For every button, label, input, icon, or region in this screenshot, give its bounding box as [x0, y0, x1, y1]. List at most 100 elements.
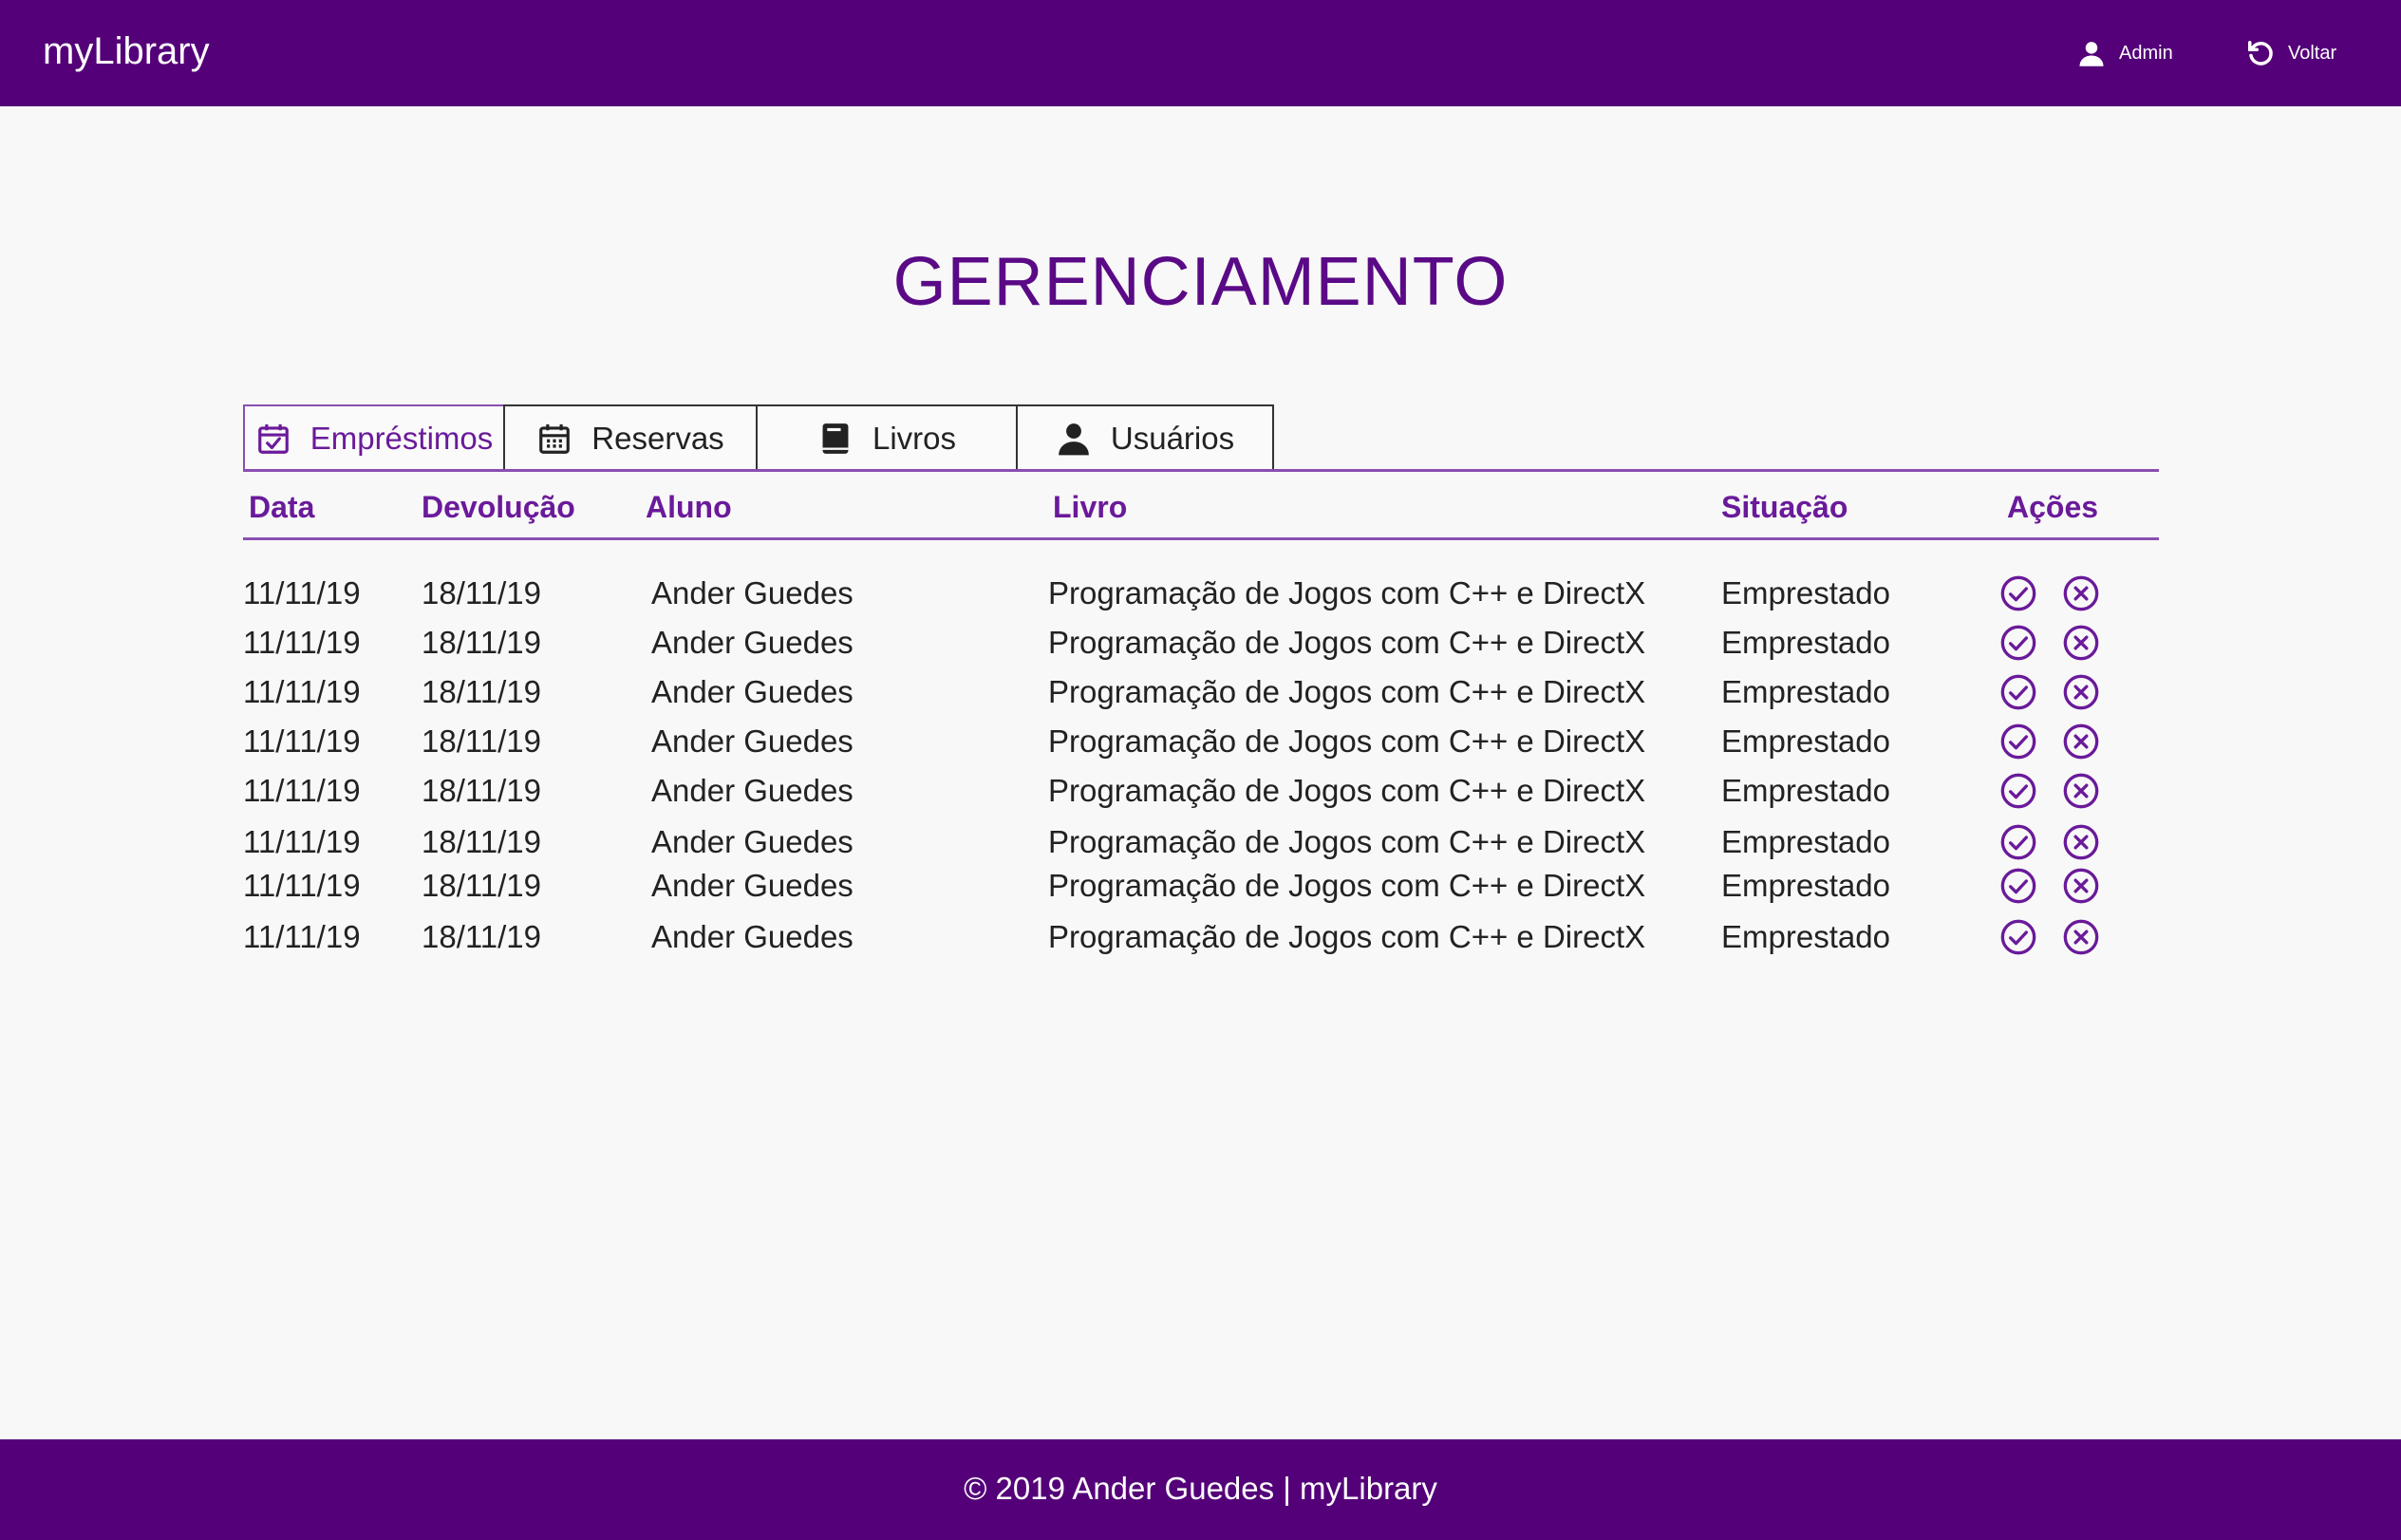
- cell-devolucao: 18/11/19: [422, 723, 542, 759]
- confirm-return-button[interactable]: [1999, 673, 2037, 711]
- footer-copyright: © 2019 Ander Guedes | myLibrary: [964, 1471, 1437, 1506]
- cell-data: 11/11/19: [243, 674, 361, 709]
- cell-data: 11/11/19: [243, 919, 361, 954]
- column-header-aluno[interactable]: Aluno: [646, 486, 732, 528]
- tab-label: Livros: [872, 421, 957, 456]
- cell-livro: Programação de Jogos com C++ e DirectX: [1048, 723, 1646, 759]
- management-tabs: Empréstimos Reservas Livros Usuários: [243, 404, 1274, 473]
- cell-devolucao: 18/11/19: [422, 919, 542, 954]
- column-header-data[interactable]: Data: [249, 486, 314, 528]
- cell-situacao: Emprestado: [1721, 773, 1890, 808]
- calendar-check-icon: [255, 421, 291, 457]
- cell-livro: Programação de Jogos com C++ e DirectX: [1048, 824, 1646, 859]
- cell-livro: Programação de Jogos com C++ e DirectX: [1048, 773, 1646, 808]
- cell-livro: Programação de Jogos com C++ e DirectX: [1048, 625, 1646, 660]
- cell-devolucao: 18/11/19: [422, 674, 542, 709]
- table-row: 11/11/19 18/11/19 Ander Guedes Programaç…: [0, 862, 2401, 910]
- cell-livro: Programação de Jogos com C++ e DirectX: [1048, 919, 1646, 954]
- cell-aluno: Ander Guedes: [651, 773, 853, 808]
- cell-acoes: [1999, 624, 2100, 662]
- cell-devolucao: 18/11/19: [422, 868, 542, 903]
- tab-label: Usuários: [1110, 421, 1235, 456]
- table-row: 11/11/19 18/11/19 Ander Guedes Programaç…: [0, 668, 2401, 716]
- cell-acoes: [1999, 823, 2100, 861]
- header-divider: [243, 537, 2159, 540]
- app-page: myLibrary Admin Voltar GERENCIAMENTO Emp…: [0, 0, 2401, 1540]
- page-title: GERENCIAMENTO: [892, 244, 1509, 320]
- cell-devolucao: 18/11/19: [422, 773, 542, 808]
- table-row: 11/11/19 18/11/19 Ander Guedes Programaç…: [0, 913, 2401, 961]
- table-row: 11/11/19 18/11/19 Ander Guedes Programaç…: [0, 570, 2401, 617]
- cancel-loan-button[interactable]: [2062, 624, 2100, 662]
- admin-label: Admin: [2119, 43, 2173, 64]
- column-header-acoes: Ações: [2007, 490, 2099, 524]
- cell-situacao: Emprestado: [1721, 575, 1890, 610]
- confirm-return-button[interactable]: [1999, 723, 2037, 761]
- cell-livro: Programação de Jogos com C++ e DirectX: [1048, 868, 1646, 903]
- cell-aluno: Ander Guedes: [651, 674, 853, 709]
- cancel-loan-button[interactable]: [2062, 772, 2100, 810]
- top-navbar: myLibrary Admin Voltar: [0, 0, 2401, 106]
- cancel-loan-button[interactable]: [2062, 823, 2100, 861]
- user-icon: [2077, 39, 2106, 67]
- cell-situacao: Emprestado: [1721, 868, 1890, 903]
- cancel-loan-button[interactable]: [2062, 867, 2100, 905]
- column-header-situacao[interactable]: Situação: [1721, 486, 1848, 528]
- tab-label: Reservas: [591, 421, 724, 456]
- cell-situacao: Emprestado: [1721, 625, 1890, 660]
- confirm-return-button[interactable]: [1999, 624, 2037, 662]
- user-icon: [1056, 421, 1092, 457]
- cell-situacao: Emprestado: [1721, 919, 1890, 954]
- cancel-loan-button[interactable]: [2062, 574, 2100, 612]
- cancel-loan-button[interactable]: [2062, 723, 2100, 761]
- footer: © 2019 Ander Guedes | myLibrary: [0, 1439, 2401, 1540]
- tab-livros[interactable]: Livros: [756, 404, 1018, 471]
- table-row: 11/11/19 18/11/19 Ander Guedes Programaç…: [0, 818, 2401, 866]
- tab-usuarios[interactable]: Usuários: [1016, 404, 1274, 471]
- cancel-loan-button[interactable]: [2062, 918, 2100, 956]
- cell-acoes: [1999, 574, 2100, 612]
- tab-reservas[interactable]: Reservas: [503, 404, 758, 471]
- cell-aluno: Ander Guedes: [651, 824, 853, 859]
- cell-aluno: Ander Guedes: [651, 919, 853, 954]
- calendar-icon: [536, 421, 572, 457]
- cell-acoes: [1999, 723, 2100, 761]
- cell-devolucao: 18/11/19: [422, 824, 542, 859]
- cell-acoes: [1999, 867, 2100, 905]
- cell-acoes: [1999, 772, 2100, 810]
- cell-aluno: Ander Guedes: [651, 625, 853, 660]
- admin-menu-button[interactable]: Admin: [2077, 34, 2173, 72]
- cell-data: 11/11/19: [243, 625, 361, 660]
- brand-logo[interactable]: myLibrary: [43, 25, 210, 78]
- table-header: Data Devolução Aluno Livro Situação Açõe…: [0, 486, 2401, 528]
- cell-acoes: [1999, 918, 2100, 956]
- confirm-return-button[interactable]: [1999, 772, 2037, 810]
- confirm-return-button[interactable]: [1999, 823, 2037, 861]
- table-row: 11/11/19 18/11/19 Ander Guedes Programaç…: [0, 619, 2401, 667]
- cell-data: 11/11/19: [243, 575, 361, 610]
- cell-data: 11/11/19: [243, 723, 361, 759]
- confirm-return-button[interactable]: [1999, 867, 2037, 905]
- cell-situacao: Emprestado: [1721, 824, 1890, 859]
- cell-livro: Programação de Jogos com C++ e DirectX: [1048, 575, 1646, 610]
- tab-divider: [243, 469, 2159, 472]
- tab-emprestimos[interactable]: Empréstimos: [243, 404, 505, 471]
- column-header-livro[interactable]: Livro: [1053, 486, 1127, 528]
- cell-livro: Programação de Jogos com C++ e DirectX: [1048, 674, 1646, 709]
- cell-situacao: Emprestado: [1721, 723, 1890, 759]
- table-row: 11/11/19 18/11/19 Ander Guedes Programaç…: [0, 767, 2401, 815]
- column-header-devolucao[interactable]: Devolução: [422, 486, 575, 528]
- cell-aluno: Ander Guedes: [651, 868, 853, 903]
- cancel-loan-button[interactable]: [2062, 673, 2100, 711]
- undo-icon: [2246, 39, 2275, 67]
- cell-data: 11/11/19: [243, 773, 361, 808]
- cell-data: 11/11/19: [243, 868, 361, 903]
- cell-situacao: Emprestado: [1721, 674, 1890, 709]
- back-button[interactable]: Voltar: [2246, 34, 2336, 72]
- confirm-return-button[interactable]: [1999, 574, 2037, 612]
- table-row: 11/11/19 18/11/19 Ander Guedes Programaç…: [0, 718, 2401, 765]
- cell-aluno: Ander Guedes: [651, 723, 853, 759]
- cell-devolucao: 18/11/19: [422, 575, 542, 610]
- cell-data: 11/11/19: [243, 824, 361, 859]
- confirm-return-button[interactable]: [1999, 918, 2037, 956]
